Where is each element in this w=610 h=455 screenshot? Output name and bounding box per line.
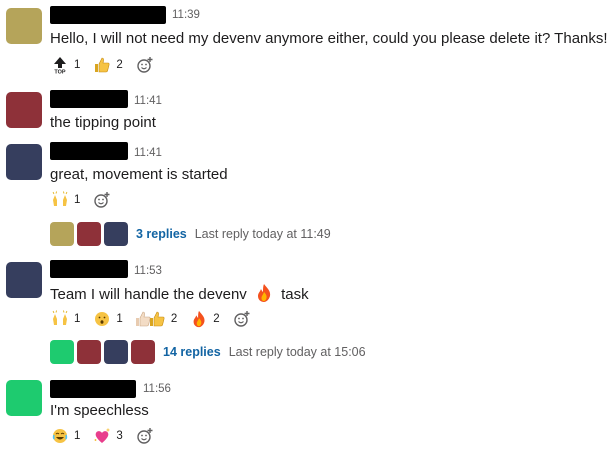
reaction-count: 1: [74, 430, 81, 442]
reaction-raised-hands[interactable]: 1: [50, 191, 80, 209]
avatar[interactable]: [6, 8, 42, 44]
reaction-count: 2: [116, 59, 123, 71]
reactions: 1 3: [50, 425, 155, 447]
hushed-face-icon: [92, 310, 112, 328]
replies-link[interactable]: 3 replies: [136, 227, 187, 241]
avatar[interactable]: [6, 380, 42, 416]
message-text: the tipping point: [50, 114, 156, 131]
top-arrow-icon: TOP: [50, 56, 70, 74]
message-text: I'm speechless: [50, 402, 149, 419]
thread-avatar: [77, 340, 101, 364]
add-reaction-icon[interactable]: [135, 426, 155, 446]
redacted-username[interactable]: [50, 380, 136, 398]
reaction-count: 1: [74, 59, 81, 71]
thread-avatar: [50, 222, 74, 246]
thread-avatar: [77, 222, 101, 246]
add-reaction-icon[interactable]: [92, 190, 112, 210]
thread-summary[interactable]: 14 replies Last reply today at 15:06: [50, 340, 366, 364]
reaction-hushed[interactable]: 1: [92, 310, 123, 328]
reaction-thumbs-up[interactable]: 2: [135, 310, 177, 328]
reactions: 1 1 2 2: [50, 308, 252, 330]
reactions: 1: [50, 189, 112, 211]
redacted-username[interactable]: [50, 260, 128, 278]
redacted-username[interactable]: [50, 90, 128, 108]
thumbs-up-icon: [92, 56, 112, 74]
last-reply-text: Last reply today at 15:06: [228, 345, 366, 359]
reaction-sparkling-heart[interactable]: 3: [92, 427, 123, 445]
sparkling-heart-icon: [92, 427, 112, 445]
reaction-count: 2: [170, 313, 178, 325]
reaction-thumbs-up[interactable]: 2: [92, 56, 123, 74]
message-text: Team I will handle the devenv task: [50, 283, 309, 305]
svg-text:TOP: TOP: [54, 70, 66, 75]
redacted-username[interactable]: [50, 6, 166, 24]
timestamp[interactable]: 11:53: [134, 265, 162, 277]
message-text: Hello, I will not need my devenv anymore…: [50, 30, 608, 47]
thread-summary[interactable]: 3 replies Last reply today at 11:49: [50, 222, 331, 246]
raised-hands-icon: [50, 310, 70, 328]
reaction-count: 2: [213, 313, 220, 325]
reaction-count: 1: [74, 194, 81, 206]
thumbs-up-icon: [135, 310, 167, 328]
message-5: 11:56 I'm speechless 1 3: [0, 376, 610, 455]
fire-icon: [189, 310, 209, 328]
reaction-count: 1: [116, 313, 123, 325]
timestamp[interactable]: 11:41: [134, 147, 162, 159]
avatar[interactable]: [6, 144, 42, 180]
raised-hands-icon: [50, 191, 70, 209]
joy-face-icon: [50, 427, 70, 445]
timestamp[interactable]: 11:41: [134, 95, 162, 107]
reaction-fire[interactable]: 2: [189, 310, 220, 328]
thread-avatar: [50, 340, 74, 364]
reaction-count: 1: [74, 313, 81, 325]
fire-icon: [254, 283, 274, 303]
avatar[interactable]: [6, 262, 42, 298]
add-reaction-icon[interactable]: [232, 309, 252, 329]
thread-avatar: [104, 222, 128, 246]
last-reply-text: Last reply today at 11:49: [194, 227, 331, 241]
reaction-count: 3: [116, 430, 123, 442]
redacted-username[interactable]: [50, 142, 128, 160]
replies-link[interactable]: 14 replies: [163, 345, 221, 359]
timestamp[interactable]: 11:39: [172, 9, 200, 21]
message-2: 11:41 the tipping point: [0, 88, 610, 140]
reaction-top[interactable]: TOP 1: [50, 56, 80, 74]
message-text-before: Team I will handle the devenv: [50, 286, 247, 303]
message-4: 11:53 Team I will handle the devenv task…: [0, 258, 610, 370]
reactions: TOP 1 2: [50, 54, 155, 76]
reaction-raised-hands[interactable]: 1: [50, 310, 80, 328]
reaction-joy[interactable]: 1: [50, 427, 80, 445]
avatar[interactable]: [6, 92, 42, 128]
message-text: great, movement is started: [50, 166, 228, 183]
add-reaction-icon[interactable]: [135, 55, 155, 75]
message-text-after: task: [281, 286, 309, 303]
message-3: 11:41 great, movement is started 1 3 rep…: [0, 140, 610, 252]
timestamp[interactable]: 11:56: [143, 383, 171, 395]
thread-avatar: [131, 340, 155, 364]
thread-avatar: [104, 340, 128, 364]
message-1: 11:39 Hello, I will not need my devenv a…: [0, 0, 610, 84]
